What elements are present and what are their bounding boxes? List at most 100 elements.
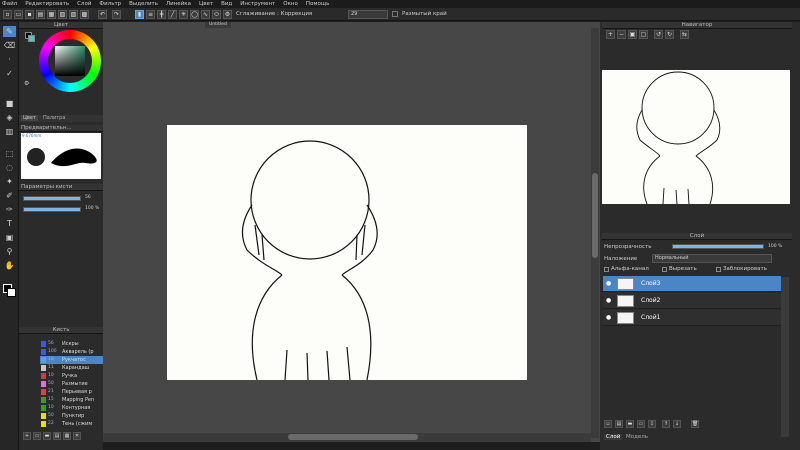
snap-parallel-icon[interactable]: ≡ [146, 10, 155, 19]
menu-item[interactable]: Вид [221, 1, 232, 7]
tab-model[interactable]: Модель [626, 434, 648, 440]
select-pen-icon[interactable]: ✐ [3, 190, 16, 201]
new-layer-icon[interactable]: ▫ [604, 420, 612, 428]
snap-radial-icon[interactable]: ✳ [179, 10, 188, 19]
layer-row[interactable]: ● Слой1 [603, 310, 781, 326]
brush-opacity-slider[interactable] [23, 207, 81, 212]
layer-move-down-icon[interactable]: ↓ [673, 420, 681, 428]
rotate-left-icon[interactable]: ↺ [654, 30, 663, 39]
brush-import-icon[interactable]: ▤ [53, 432, 61, 440]
bg-color-icon[interactable] [28, 35, 35, 42]
menu-item[interactable]: Линейка [166, 1, 191, 7]
brush-list-item[interactable]: 10 Контурная [40, 404, 112, 412]
color-square[interactable] [55, 46, 85, 76]
flip-icon[interactable]: ⇆ [680, 30, 689, 39]
horizontal-scroll-thumb[interactable] [288, 434, 418, 440]
brush-list-item[interactable]: 50 Пунктир [40, 412, 112, 420]
snap-curve-icon[interactable]: ∿ [201, 10, 210, 19]
hand-tool-icon[interactable]: ✋ [3, 260, 16, 271]
snap-settings-icon[interactable]: ⚙ [223, 10, 232, 19]
layer-row[interactable]: ● Слой3 [603, 276, 781, 292]
brush-size-slider[interactable] [23, 196, 81, 201]
blur-edge-checkbox[interactable] [392, 11, 398, 17]
new-file-icon[interactable]: ▫ [3, 10, 12, 19]
layer-row[interactable]: ● Слой2 [603, 293, 781, 309]
brush-list-item[interactable]: 21 Перьевая р [40, 388, 112, 396]
deselect-icon[interactable]: ▧ [58, 10, 67, 19]
select-eraser-icon[interactable]: ✑ [3, 204, 16, 215]
tab-color[interactable]: Цвет [21, 115, 38, 121]
visibility-icon[interactable]: ● [606, 314, 611, 321]
menu-item[interactable]: Инструмент [240, 1, 275, 7]
menu-item[interactable]: Помощь [306, 1, 329, 7]
snap-off-icon[interactable]: ▮ [135, 10, 144, 19]
new-raster-layer-icon[interactable]: ▤ [615, 420, 623, 428]
check-tool-icon[interactable]: ✓ [3, 68, 16, 79]
brush-list-item[interactable]: 50 Размытие [40, 380, 112, 388]
alpha-checkbox[interactable] [604, 267, 609, 272]
visibility-icon[interactable]: ● [606, 297, 611, 304]
brush-list-item[interactable]: 18 Рукчатос [40, 356, 112, 364]
copy-layer-icon[interactable]: ▭ [637, 420, 645, 428]
brush-list-item[interactable]: 10 Ручка [40, 372, 112, 380]
menu-item[interactable]: Окно [283, 1, 298, 7]
document-tab[interactable]: Untitled [205, 22, 231, 28]
brush-list-item[interactable]: 22 Тень (сжим [40, 420, 112, 428]
eraser-tool-icon[interactable]: ⌫ [3, 40, 16, 51]
menu-item[interactable]: Редактировать [25, 1, 69, 7]
eyedropper-tool-icon[interactable]: ⚲ [3, 246, 16, 257]
info-icon[interactable]: ▦ [47, 10, 56, 19]
tab-palette[interactable]: Палитра [43, 115, 65, 121]
menu-item[interactable]: Фильтр [99, 1, 121, 7]
zoom-fit-icon[interactable]: ▣ [628, 30, 637, 39]
correction-select[interactable]: 29 [348, 10, 388, 19]
gradient-tool-icon[interactable]: ▥ [3, 126, 16, 137]
snap-circle-icon[interactable]: ◯ [190, 10, 199, 19]
rotate-right-icon[interactable]: ↻ [665, 30, 674, 39]
brush-folder-icon[interactable]: ▬ [43, 432, 51, 440]
merge-layer-icon[interactable]: ⇩ [648, 420, 656, 428]
secondary-color-swatch[interactable] [7, 288, 16, 297]
brush-copy-icon[interactable]: ▭ [33, 432, 41, 440]
text-tool-icon[interactable]: T [3, 218, 16, 229]
vertical-scrollbar[interactable] [591, 28, 599, 438]
new-folder-icon[interactable]: ▬ [626, 420, 634, 428]
layer-opacity-slider[interactable] [672, 244, 764, 249]
rect-tool-icon[interactable]: ■ [3, 98, 16, 109]
snap-vanish-icon[interactable]: ╱ [168, 10, 177, 19]
dot-tool-icon[interactable]: · [3, 54, 16, 65]
snap-cross-icon[interactable]: ╋ [157, 10, 166, 19]
zoom-out-icon[interactable]: − [617, 30, 626, 39]
fill-tool-icon[interactable]: ◈ [3, 112, 16, 123]
vertical-scroll-thumb[interactable] [592, 173, 598, 258]
lock-checkbox[interactable] [716, 267, 721, 272]
menu-item[interactable]: Выделить [129, 1, 158, 7]
select-tool-icon[interactable]: ⬚ [3, 148, 16, 159]
zoom-in-icon[interactable]: + [606, 30, 615, 39]
open-file-icon[interactable]: ▭ [14, 10, 23, 19]
brush-list-item[interactable]: 100 Акварель (р [40, 348, 112, 356]
tab-layer[interactable]: Слой [604, 434, 623, 440]
undo-icon[interactable]: ↶ [98, 10, 107, 19]
frame-tool-icon[interactable]: ▣ [3, 232, 16, 243]
redo-icon[interactable]: ↷ [112, 10, 121, 19]
color-wheel[interactable] [39, 30, 101, 92]
delete-layer-icon[interactable]: 🗑 [691, 420, 699, 428]
blend-mode-select[interactable]: Нормальный [652, 254, 772, 263]
zoom-actual-icon[interactable]: ▢ [639, 30, 648, 39]
pen-tool-icon[interactable]: ✎ [3, 26, 16, 37]
brush-delete-icon[interactable]: ✕ [73, 432, 81, 440]
color-swap-icon[interactable]: ⚙ [24, 80, 29, 87]
drawing-canvas[interactable] [167, 125, 527, 381]
brush-list-item[interactable]: 56 Искры [40, 340, 112, 348]
brush-settings-icon[interactable]: ▦ [63, 432, 71, 440]
save-icon[interactable]: ▪ [25, 10, 34, 19]
fill-icon[interactable]: ▩ [80, 10, 89, 19]
brush-list-item[interactable]: 15 Mapping Pen [40, 396, 112, 404]
clip-checkbox[interactable] [662, 267, 667, 272]
select-all-icon[interactable]: ▨ [69, 10, 78, 19]
menu-item[interactable]: Слой [77, 1, 91, 7]
brush-list-item[interactable]: 11 Карандаш [40, 364, 112, 372]
magic-wand-icon[interactable]: ✦ [3, 176, 16, 187]
snap-ellipse-icon[interactable]: ⬭ [212, 10, 221, 19]
